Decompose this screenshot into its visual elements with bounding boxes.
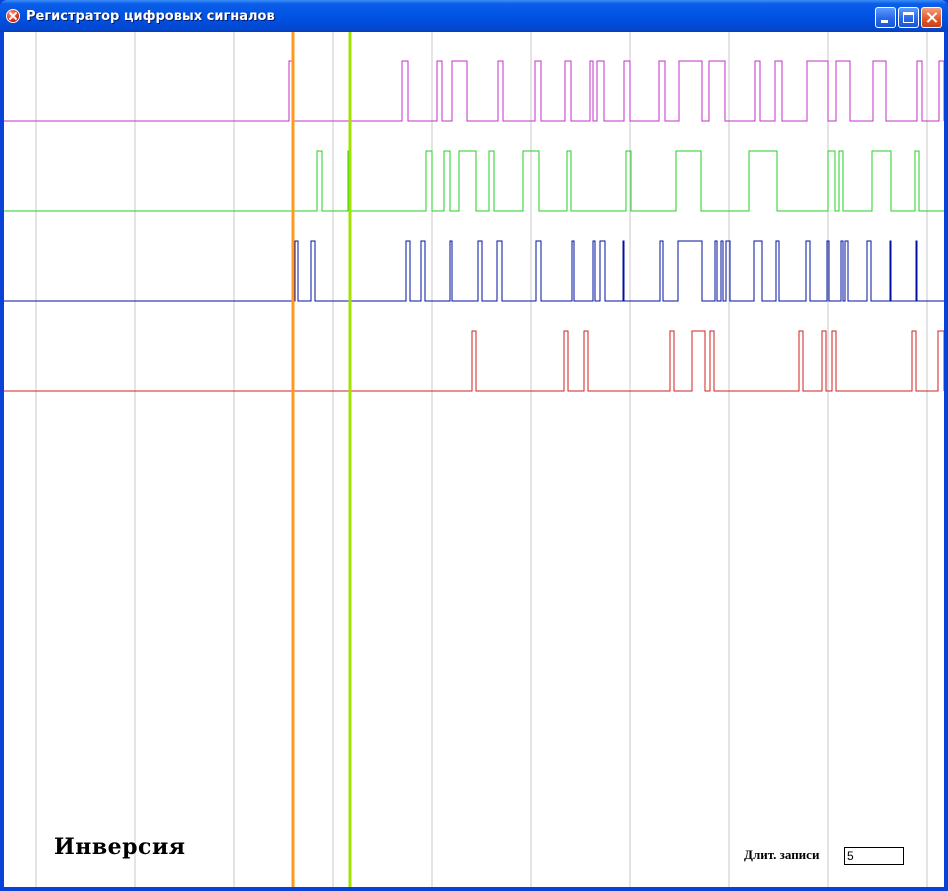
signal-canvas[interactable]: Инверсия Длит. записи — [4, 32, 944, 887]
duration-label: Длит. записи — [744, 847, 820, 862]
window-title: Регистратор цифровых сигналов — [26, 9, 275, 24]
app-window: Регистратор цифровых сигналов Инверсия Д… — [0, 0, 948, 891]
signal-trace-3 — [4, 240, 944, 302]
maximize-button[interactable] — [898, 7, 919, 28]
title-bar[interactable]: Регистратор цифровых сигналов — [0, 0, 948, 32]
minimize-button[interactable] — [875, 7, 896, 28]
duration-input[interactable] — [844, 847, 904, 865]
signal-trace-1 — [4, 60, 944, 122]
signal-trace-4 — [4, 330, 944, 392]
inversion-label[interactable]: Инверсия — [54, 834, 186, 860]
signal-trace-2 — [4, 150, 944, 212]
app-icon[interactable] — [6, 9, 20, 23]
signal-plot[interactable] — [4, 32, 944, 887]
close-button[interactable] — [921, 7, 942, 28]
